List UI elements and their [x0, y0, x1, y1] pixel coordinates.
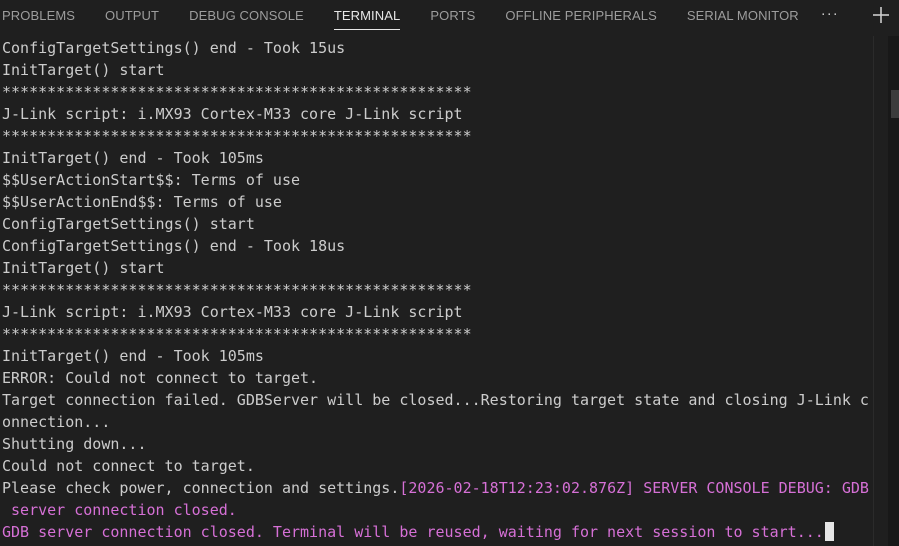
terminal-line: ****************************************… — [2, 83, 472, 101]
terminal-line: server connection closed. — [2, 501, 237, 519]
tab-problems[interactable]: PROBLEMS — [0, 0, 90, 32]
session-status-message: GDB server connection closed. Terminal w… — [2, 523, 824, 541]
terminal-line: Shutting down... — [2, 435, 147, 453]
ellipsis-icon[interactable]: ··· — [814, 0, 853, 32]
terminal-line: Target connection failed. GDBServer will… — [2, 391, 869, 409]
terminal-line: InitTarget() start — [2, 61, 165, 79]
terminal-line: InitTarget() end - Took 105ms — [2, 149, 264, 167]
terminal-line: GDB server connection closed. Terminal w… — [0, 521, 872, 543]
check-message: Please check power, connection and setti… — [2, 479, 400, 497]
terminal-line: ****************************************… — [2, 325, 472, 343]
side-scroll-thumb[interactable] — [891, 90, 899, 118]
terminal-line: J-Link script: i.MX93 Cortex-M33 core J-… — [2, 105, 463, 123]
terminal-line: ERROR: Could not connect to target. — [2, 369, 319, 387]
terminal-cursor — [824, 522, 834, 541]
terminal-line: Please check power, connection and setti… — [0, 477, 872, 499]
terminal-line: ConfigTargetSettings() end - Took 18us — [2, 237, 346, 255]
terminal-scrollbar[interactable] — [873, 36, 888, 546]
terminal-line: onnection... — [2, 413, 111, 431]
tab-serial-monitor[interactable]: SERIAL MONITOR — [672, 0, 814, 32]
terminal-line: $$UserActionEnd$$: Terms of use — [2, 193, 282, 211]
terminal-line: InitTarget() end - Took 105ms — [2, 347, 264, 365]
terminal-line: J-Link script: i.MX93 Cortex-M33 core J-… — [2, 303, 463, 321]
terminal-line: $$UserActionStart$$: Terms of use — [2, 171, 301, 189]
tab-terminal[interactable]: TERMINAL — [319, 0, 416, 32]
terminal-line: Could not connect to target. — [2, 457, 255, 475]
tab-offline-peripherals[interactable]: OFFLINE PERIPHERALS — [490, 0, 671, 32]
terminal-line: ConfigTargetSettings() end - Took 15us — [2, 39, 346, 57]
tab-output[interactable]: OUTPUT — [90, 0, 174, 32]
terminal-line: ****************************************… — [2, 127, 472, 145]
panel-tab-bar: PROBLEMS OUTPUT DEBUG CONSOLE TERMINAL P… — [0, 0, 899, 32]
terminal-panel: PROBLEMS OUTPUT DEBUG CONSOLE TERMINAL P… — [0, 0, 899, 546]
debug-log-message: [2026-02-18T12:23:02.876Z] SERVER CONSOL… — [399, 479, 869, 497]
terminal-line: ConfigTargetSettings() start — [2, 215, 255, 233]
tab-ports[interactable]: PORTS — [415, 0, 490, 32]
terminal-line: InitTarget() start — [2, 259, 165, 277]
plus-icon[interactable] — [869, 3, 893, 27]
tab-debug-console[interactable]: DEBUG CONSOLE — [174, 0, 319, 32]
terminal-output[interactable]: ConfigTargetSettings() end - Took 15us I… — [0, 37, 872, 546]
terminal-line: ****************************************… — [2, 281, 472, 299]
